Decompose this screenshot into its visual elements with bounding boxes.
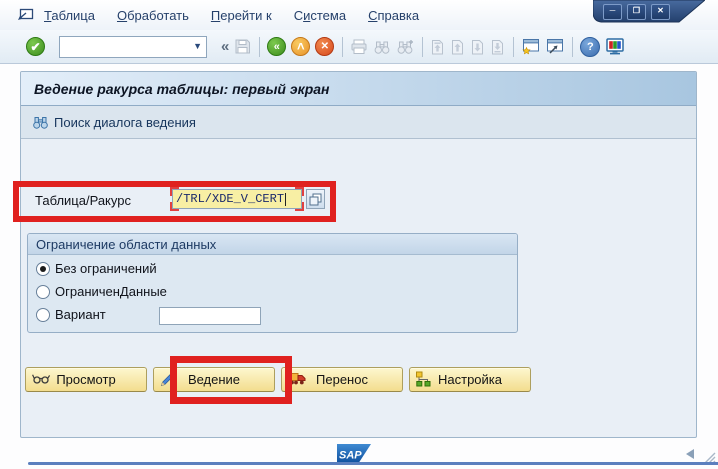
new-session-icon[interactable] xyxy=(521,38,540,55)
close-button[interactable]: ✕ xyxy=(651,4,670,20)
radio-restricted-data[interactable]: ОграниченДанные xyxy=(36,284,167,299)
glasses-icon xyxy=(31,371,51,385)
command-input[interactable] xyxy=(62,38,194,56)
toolbar-separator xyxy=(513,37,514,57)
binoculars-icon xyxy=(32,115,49,130)
sap-gui-window: Таблица Обработать Перейти к Система Спр… xyxy=(0,0,718,469)
page-title: Ведение ракурса таблицы: первый экран xyxy=(34,81,329,97)
toolbar-separator xyxy=(572,37,573,57)
window-bottom-border xyxy=(28,462,718,465)
find-maintenance-dialog-button[interactable]: Поиск диалога ведения xyxy=(32,115,196,130)
radio-variant[interactable]: Вариант xyxy=(36,307,106,322)
radio-no-restrictions[interactable]: Без ограничений xyxy=(36,261,157,276)
customizing-button[interactable]: Настройка xyxy=(409,367,531,392)
toolbar-separator xyxy=(259,37,260,57)
menu-edit[interactable]: Обработать xyxy=(117,8,189,23)
groupbox-header: Ограничение области данных xyxy=(28,234,517,255)
annotation-box-table-field xyxy=(13,181,336,222)
create-shortcut-icon[interactable] xyxy=(545,38,564,55)
statusbar-collapse-icon[interactable] xyxy=(686,449,694,459)
first-page-icon[interactable] xyxy=(430,39,445,55)
screen-title-bar: Ведение ракурса таблицы: первый экран xyxy=(21,72,696,106)
maximize-button[interactable]: ❐ xyxy=(627,4,646,20)
groupbox-title: Ограничение области данных xyxy=(36,237,216,252)
menu-help[interactable]: Справка xyxy=(368,8,419,23)
data-restriction-groupbox: Ограничение области данных Без ограничен… xyxy=(27,233,518,333)
minimize-button[interactable]: ─ xyxy=(603,4,622,20)
toolbar-separator xyxy=(342,37,343,57)
sap-logo: SAP xyxy=(337,444,371,464)
customize-layout-icon[interactable] xyxy=(605,38,625,56)
exit-button[interactable]: ✕ xyxy=(315,37,334,56)
find-dialog-label: Поиск диалога ведения xyxy=(54,115,196,130)
back-button[interactable]: « xyxy=(267,37,286,56)
previous-page-icon[interactable] xyxy=(450,39,465,55)
menu-system[interactable]: Система xyxy=(294,8,346,23)
annotation-box-maintain-button xyxy=(170,356,292,404)
help-icon[interactable]: ? xyxy=(580,37,600,57)
radio-icon xyxy=(36,285,50,299)
radio-icon xyxy=(36,308,50,322)
dropdown-arrow-icon[interactable]: ▼ xyxy=(193,41,202,51)
variant-input[interactable] xyxy=(159,307,261,325)
next-page-icon[interactable] xyxy=(470,39,485,55)
system-menu-icon[interactable] xyxy=(16,8,34,22)
toolbar-separator xyxy=(422,37,423,57)
application-toolbar: Поиск диалога ведения xyxy=(21,106,696,139)
collapse-toolbar-icon[interactable]: « xyxy=(221,38,229,55)
menu-goto[interactable]: Перейти к xyxy=(211,8,272,23)
transport-button[interactable]: Перенос xyxy=(281,367,403,392)
system-toolbar: ✔ « ▼ « « ˄ ✕ xyxy=(0,30,718,64)
last-page-icon[interactable] xyxy=(490,39,505,55)
display-button[interactable]: Просмотр xyxy=(25,367,147,392)
enter-button[interactable]: ✔ xyxy=(26,37,45,56)
hierarchy-icon xyxy=(415,371,432,387)
save-icon[interactable] xyxy=(234,38,251,55)
svg-text:SAP: SAP xyxy=(339,450,362,462)
window-controls: ─ ❐ ✕ xyxy=(593,0,705,26)
page-up-button[interactable]: ˄ xyxy=(291,37,310,56)
screen-panel: Ведение ракурса таблицы: первый экран По… xyxy=(20,71,697,438)
print-icon[interactable] xyxy=(350,39,368,55)
menu-table[interactable]: Таблица xyxy=(44,8,95,23)
find-icon[interactable] xyxy=(373,39,391,55)
command-field[interactable]: « ▼ xyxy=(59,36,207,58)
find-next-icon[interactable] xyxy=(396,39,414,55)
radio-icon xyxy=(36,262,50,276)
